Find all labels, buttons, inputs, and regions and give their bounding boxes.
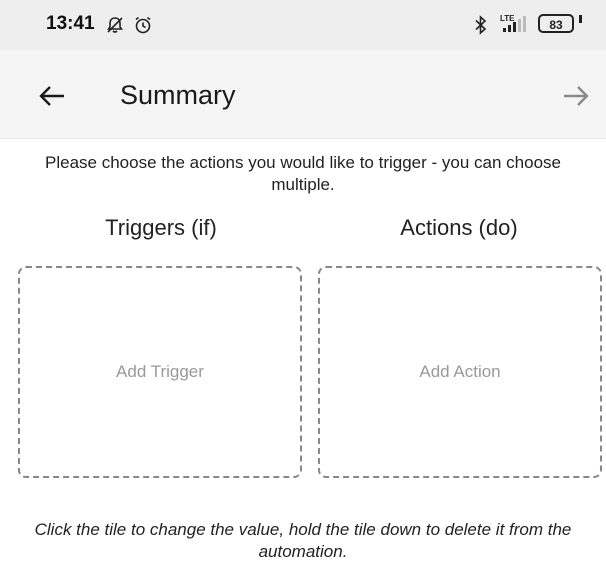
page-title: Summary (120, 80, 236, 110)
network-label: LTE (500, 14, 515, 23)
actions-heading: Actions (do) (400, 215, 518, 240)
footer-hint: Click the tile to change the value, hold… (34, 520, 572, 561)
alarm-clock-icon (133, 15, 153, 40)
add-action-label: Add Action (419, 362, 501, 381)
next-button[interactable] (548, 74, 596, 118)
instruction-text: Please choose the actions you would like… (45, 153, 561, 194)
add-trigger-tile[interactable]: Add Trigger (18, 266, 302, 478)
back-button[interactable] (28, 74, 76, 118)
triggers-heading: Triggers (if) (105, 215, 217, 240)
add-trigger-label: Add Trigger (116, 362, 204, 381)
status-time: 13:41 (46, 13, 95, 34)
alarm-off-icon (105, 15, 125, 40)
status-bar: 13:41 LTE 83 (0, 0, 606, 50)
arrow-left-icon (38, 84, 66, 113)
battery-icon: 83 (538, 14, 583, 34)
app-bar: Summary (0, 50, 606, 139)
add-action-tile[interactable]: Add Action (318, 266, 602, 478)
battery-level: 83 (549, 18, 563, 32)
signal-icon: LTE (499, 12, 533, 41)
bluetooth-icon (474, 15, 488, 40)
arrow-right-icon (562, 84, 590, 113)
